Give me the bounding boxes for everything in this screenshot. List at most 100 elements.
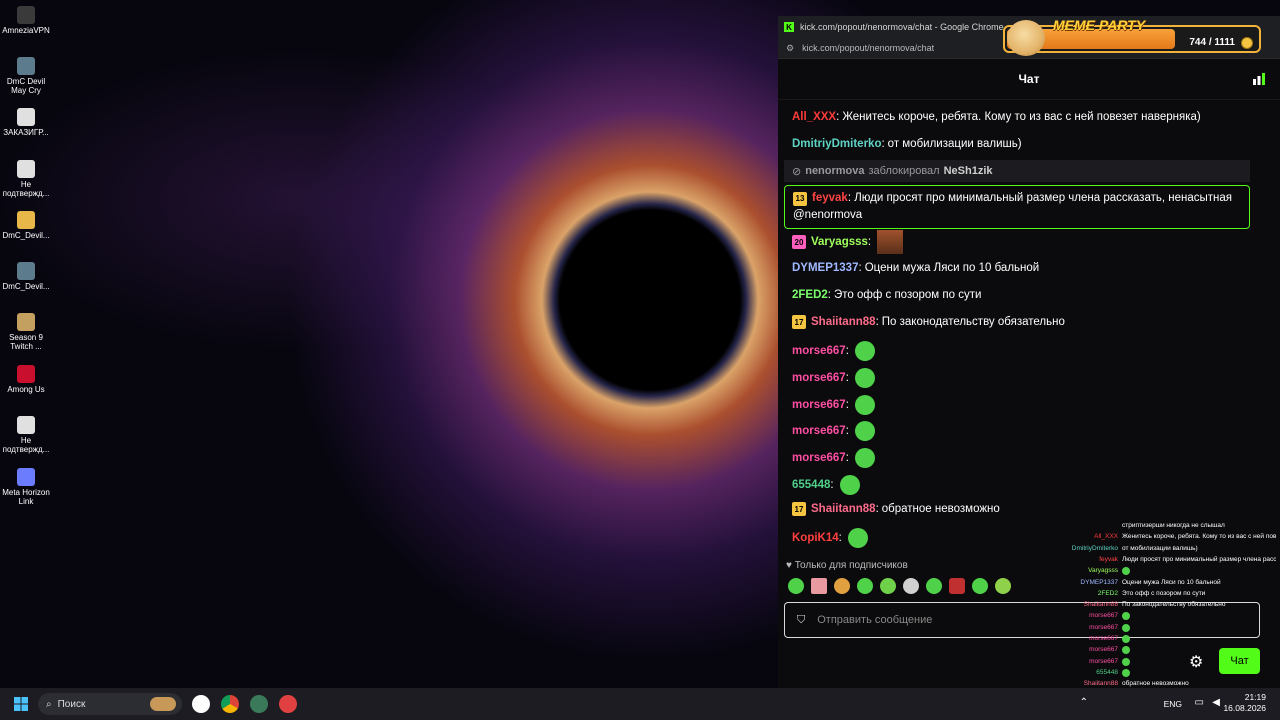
pepe-emote-icon — [1122, 612, 1130, 621]
chat-username[interactable]: DmitriyDmiterko — [792, 138, 881, 150]
volume-icon[interactable]: ◀ — [1212, 697, 1220, 708]
app-taskbar-icon[interactable] — [250, 695, 268, 713]
language-indicator[interactable]: ENG — [1164, 699, 1182, 709]
taskbar-search[interactable]: ⌕ Поиск — [38, 693, 182, 715]
overlay-chat-row: morse667 — [1066, 612, 1280, 622]
game-icon — [17, 365, 35, 383]
chat-username[interactable]: morse667 — [792, 345, 846, 357]
desktop-icon[interactable]: DmC_Devil... — [0, 211, 52, 240]
emote-icon[interactable] — [834, 578, 850, 594]
file-icon — [17, 108, 35, 126]
desktop-icon[interactable]: DmC Devil May Cry — [0, 57, 52, 95]
chat-username[interactable]: Shaiitann88 — [811, 503, 876, 515]
desktop-icon[interactable]: Among Us — [0, 365, 52, 394]
chat-username[interactable]: morse667 — [792, 372, 846, 384]
chat-username[interactable]: 2FED2 — [792, 289, 828, 301]
desktop-icon[interactable]: Не подтвержд... — [0, 416, 52, 454]
clock[interactable]: 21:19 16.08.2026 — [1223, 692, 1266, 714]
overlay-chat-row: morse667 — [1066, 635, 1280, 645]
pepe-emote-icon[interactable] — [854, 395, 875, 415]
chat-username[interactable]: feyvak — [812, 192, 848, 204]
chat-username[interactable]: DYMEP1337 — [792, 262, 858, 274]
emote-icon[interactable] — [788, 578, 804, 594]
pepe-emote-icon[interactable] — [854, 341, 875, 361]
chat-username[interactable]: All_XXX — [792, 111, 836, 123]
overlay-chat-username: DYMEP1337 — [1080, 578, 1118, 586]
chat-message-text: Люди просят про минимальный размер члена… — [793, 192, 1232, 221]
yandex-browser-icon[interactable] — [192, 695, 210, 713]
windows-start-icon[interactable] — [14, 697, 28, 711]
emote-icon[interactable] — [972, 578, 988, 594]
search-icon: ⌕ — [46, 698, 52, 710]
pepe-emote-icon[interactable] — [854, 421, 875, 441]
overlay-chat-row: стриптизерши никогда не слышал — [1066, 522, 1280, 529]
emote-icon[interactable] — [995, 578, 1011, 594]
chat-username[interactable]: morse667 — [792, 425, 846, 437]
overlay-chat-username — [1066, 522, 1122, 529]
pepe-emote-icon[interactable] — [854, 368, 875, 388]
overlay-chat-text: Это офф с позором по сути — [1122, 589, 1206, 597]
pepe-emote-icon[interactable] — [839, 475, 860, 495]
overlay-chat-row: Shaiitann88 обратное невозможно — [1066, 680, 1280, 687]
desktop-icon[interactable]: Не подтвержд... — [0, 160, 52, 198]
system-message: ⊘ nenormova заблокировал NeSh1zik — [784, 160, 1250, 182]
ban-icon: ⊘ — [792, 165, 802, 178]
moderator-name[interactable]: nenormova — [805, 165, 864, 177]
desktop-icon[interactable]: Season 9 Twitch ... — [0, 313, 52, 351]
emote-image[interactable] — [877, 230, 904, 254]
desktop-icon[interactable]: AmneziaVPN — [0, 6, 52, 35]
chat-message: morse667: — [792, 368, 1256, 388]
shield-icon[interactable]: ⛉ — [797, 614, 805, 627]
chat-message: 17 Shaiitann88: обратное невозможно — [792, 502, 1256, 516]
url-text[interactable]: kick.com/popout/nenormova/chat — [802, 43, 934, 53]
banned-user-name[interactable]: NeSh1zik — [944, 165, 993, 177]
overlay-chat-text — [1122, 668, 1276, 679]
overlay-chat-username: morse667 — [1089, 612, 1118, 620]
emote-icon[interactable] — [949, 578, 965, 594]
app-taskbar-icon[interactable] — [279, 695, 297, 713]
emote-icon[interactable] — [903, 578, 919, 594]
chat-message-text: По законодательству обязательно — [881, 316, 1065, 328]
pepe-emote-icon[interactable] — [854, 448, 875, 468]
desktop-icon-label: Meta Horizon Link — [2, 488, 50, 506]
chevron-up-icon[interactable]: ⌃ — [1080, 697, 1088, 708]
overlay-chat-text — [1122, 635, 1276, 645]
clock-date: 16.08.2026 — [1223, 703, 1266, 713]
desktop-icon-label: ЗАКАЗИГР... — [3, 128, 49, 137]
overlay-chat-row: 2FED2 Это офф с позором по сути — [1066, 590, 1280, 597]
chat-username[interactable]: morse667 — [792, 452, 846, 464]
pepe-emote-icon[interactable] — [847, 528, 868, 548]
app-icon — [17, 6, 35, 24]
emote-icon[interactable] — [857, 578, 873, 594]
overlay-chat-row: DYMEP1337 Оцени мужа Ляси по 10 бальной — [1066, 579, 1280, 586]
emote-icon[interactable] — [880, 578, 896, 594]
chat-username[interactable]: 655448 — [792, 479, 830, 491]
network-icon[interactable]: ▭ — [1195, 697, 1204, 708]
chat-message-text: от мобилизации валишь) — [887, 138, 1022, 150]
site-settings-icon[interactable]: ⚙ — [786, 43, 794, 54]
overlay-chat-text — [1122, 567, 1276, 577]
overlay-chat-row: feyvak Люди просят про минимальный размер… — [1066, 556, 1280, 563]
desktop-icon[interactable]: Meta Horizon Link — [0, 468, 52, 506]
users-list-icon[interactable] — [1252, 71, 1266, 85]
emote-icon[interactable] — [811, 578, 827, 594]
overlay-chat-username: DmitriyDmiterko — [1071, 544, 1118, 552]
app-icon — [17, 57, 35, 75]
chat-username[interactable]: Varyagsss — [811, 236, 868, 248]
desktop-icon[interactable]: DmC_Devil... — [0, 262, 52, 291]
chat-message: morse667: — [792, 341, 1256, 361]
overlay-chat-username: Varyagsss — [1088, 567, 1118, 575]
chat-username[interactable]: Shaiitann88 — [811, 316, 876, 328]
window-title: kick.com/popout/nenormova/chat - Google … — [800, 22, 1004, 32]
chat-username[interactable]: morse667 — [792, 399, 846, 411]
overlay-chat-text: Женитесь короче, ребята. Кому то из вас … — [1122, 533, 1276, 541]
overlay-chat-row: morse667 — [1066, 657, 1280, 668]
emote-icon[interactable] — [926, 578, 942, 594]
chat-message-text: Оцени мужа Ляси по 10 бальной — [864, 262, 1040, 274]
chrome-icon[interactable] — [221, 695, 239, 713]
chat-username[interactable]: KopiK14 — [792, 532, 839, 544]
desktop-icon[interactable]: ЗАКАЗИГР... — [0, 108, 52, 137]
chat-message: DYMEP1337: Оцени мужа Ляси по 10 бальной — [792, 262, 1040, 274]
chat-message-text: обратное невозможно — [881, 503, 1000, 515]
chat-message: morse667: — [792, 395, 1256, 415]
